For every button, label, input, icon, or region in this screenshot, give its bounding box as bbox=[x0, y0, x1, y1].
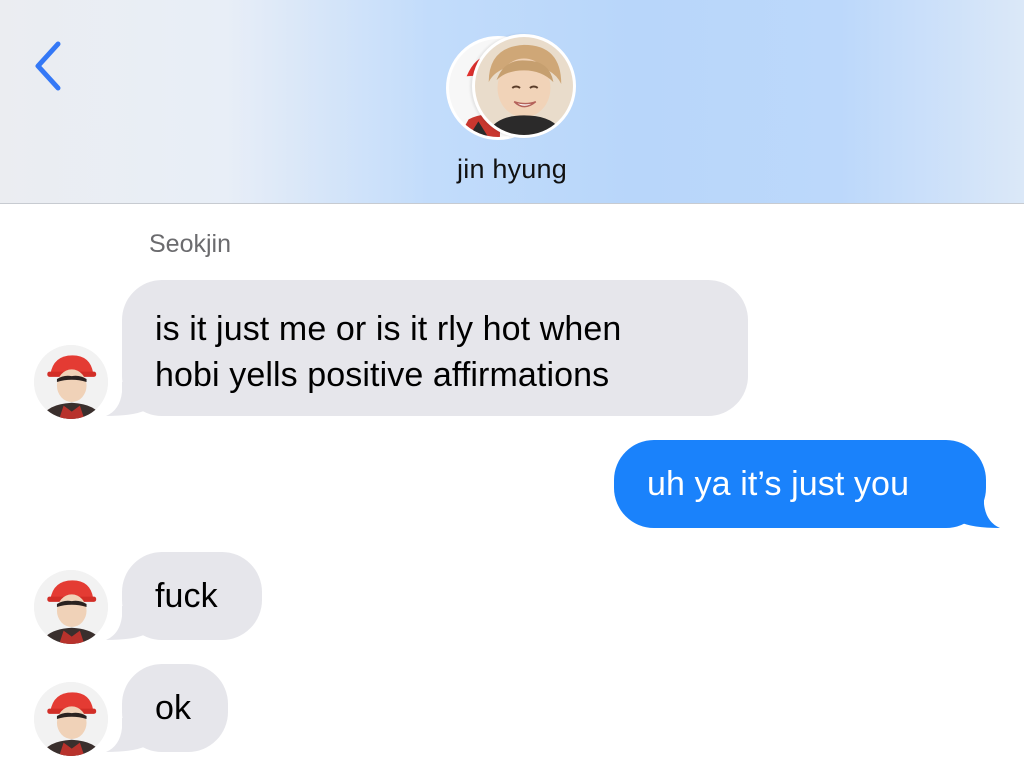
contact-avatar-group[interactable] bbox=[446, 34, 578, 140]
chevron-left-icon bbox=[35, 41, 61, 91]
contact-name[interactable]: jin hyung bbox=[0, 154, 1024, 185]
conversation-header: jin hyung bbox=[0, 0, 1024, 204]
sender-avatar[interactable] bbox=[34, 345, 108, 419]
message-bubble-incoming[interactable]: ok bbox=[106, 664, 228, 752]
message-bubble-incoming[interactable]: fuck bbox=[106, 552, 262, 640]
sender-avatar[interactable] bbox=[34, 682, 108, 756]
sender-name: Seokjin bbox=[149, 230, 231, 258]
message-text: fuck bbox=[155, 577, 218, 615]
back-button[interactable] bbox=[28, 38, 72, 94]
message-text: ok bbox=[155, 689, 192, 727]
message-bubble-outgoing[interactable]: uh ya it’s just you bbox=[614, 440, 1000, 528]
bubble-tail bbox=[106, 606, 146, 640]
bubble-tail bbox=[106, 382, 146, 416]
message-text: uh ya it’s just you bbox=[647, 465, 910, 503]
message-bubble-incoming[interactable]: is it just me or is it rly hot when hobi… bbox=[106, 280, 748, 416]
bubble-tail bbox=[106, 718, 146, 752]
message-text-line: hobi yells positive affirmations bbox=[155, 356, 610, 394]
message-text-line: is it just me or is it rly hot when bbox=[155, 310, 622, 348]
sender-avatar[interactable] bbox=[34, 570, 108, 644]
contact-avatar bbox=[472, 34, 576, 138]
